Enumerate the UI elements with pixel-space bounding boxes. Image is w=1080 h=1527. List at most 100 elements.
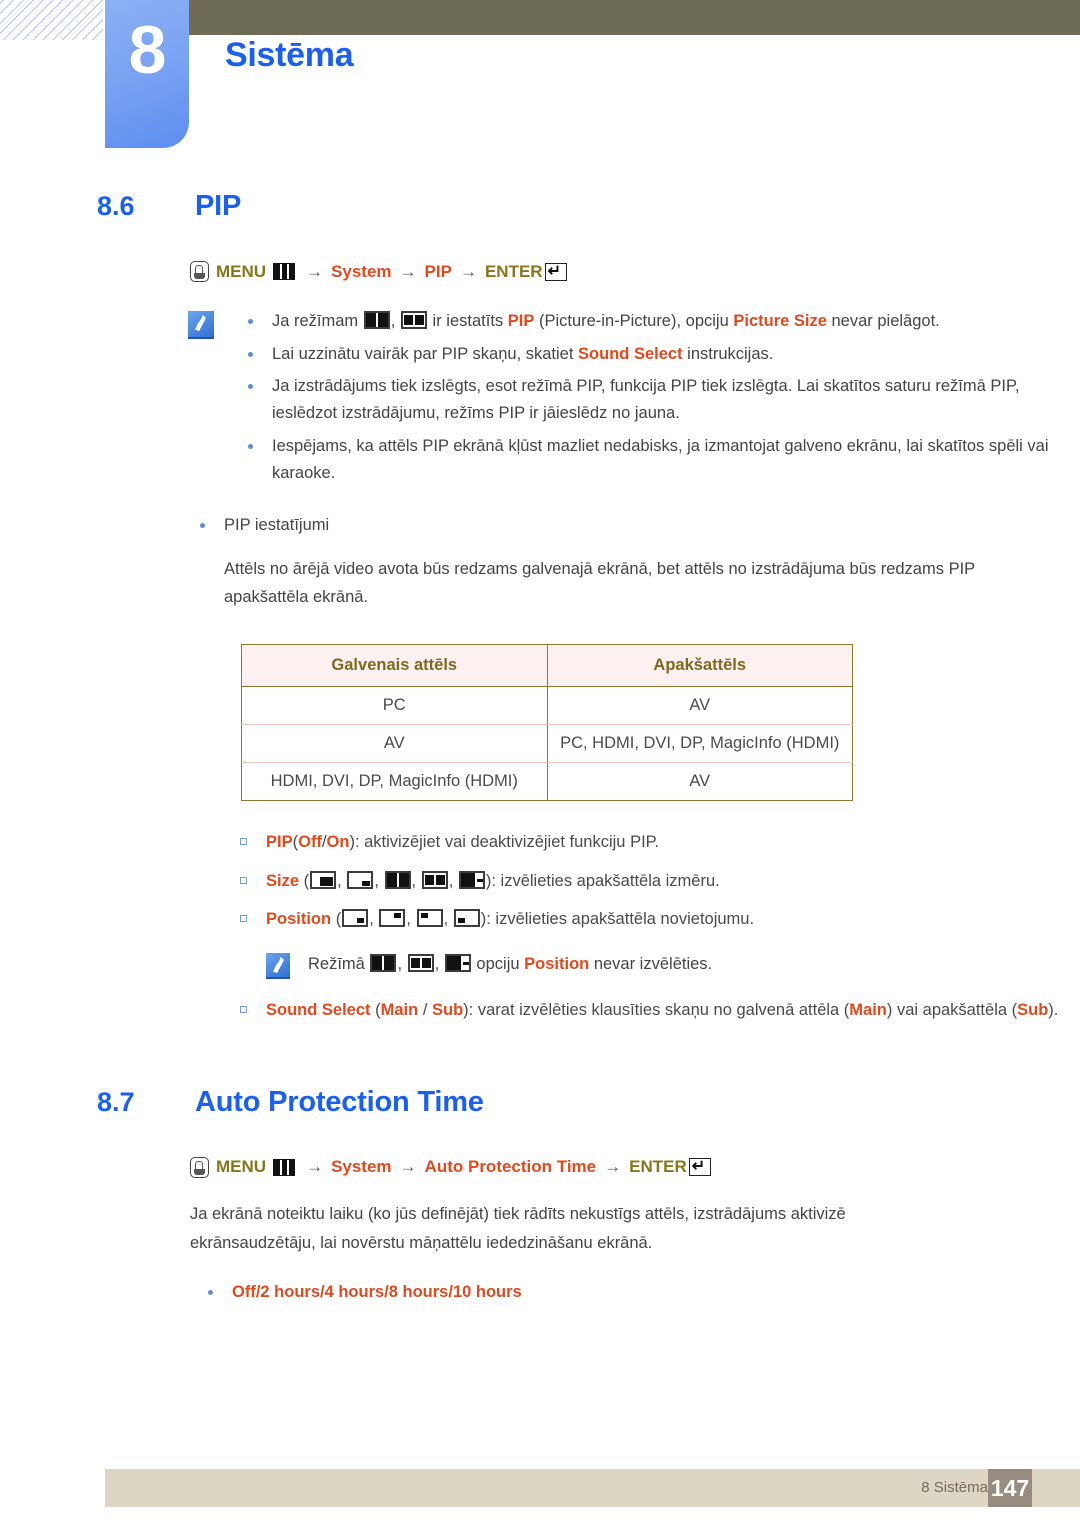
arrow-icon: → [399,1157,417,1177]
menu-step-system: System [331,261,392,281]
table-header-main-image: Galvenais attēls [241,643,548,687]
option-value-main: Main [380,1000,419,1019]
menu-step-system: System [331,1157,392,1177]
menu-bars-icon [273,1158,296,1176]
pip-settings-paragraph: Attēls no ārējā video avota būs redzams … [224,560,975,607]
section-number: 8.7 [97,1086,135,1117]
pip-sound-select-list: Sound Select (Main / Sub): varat izvēlēt… [0,997,1080,1024]
chapter-title: Sistēma [225,36,354,74]
pip-source-table: Galvenais attēls Apakšattēls PC AV AV PC… [241,643,853,801]
pip-layout-double-icon [407,953,434,972]
keyword-sound-select: Sound Select [578,344,683,363]
page-header: 8 Sistēma [0,0,1080,160]
table-cell-main: AV [241,723,548,763]
section-title: Auto Protection Time [195,1085,484,1118]
enter-key-icon [688,1156,711,1177]
hatch-decoration [0,0,103,40]
paren-open: ( [303,871,310,890]
note-text-post: nevar izvēlēties. [593,954,713,973]
size-icon-half-split [384,870,411,889]
option-value-on: On [326,832,350,851]
pip-layout-dash-icon [444,953,471,972]
menu-step-auto-protection-time: Auto Protection Time [424,1157,597,1177]
size-icon-block-dash [458,870,485,889]
table-header-sub-image: Apakšattēls [546,643,853,687]
option-label-size: Size [266,871,300,890]
arrow-icon: → [306,261,324,281]
keyword-sub: Sub [1017,1000,1049,1019]
note-text-post2: (Picture-in-Picture), opciju [538,312,729,330]
menu-label: MENU [216,261,267,281]
table-cell-sub: AV [546,685,853,725]
note-item: Lai uzzinātu vairāk par PIP skaņu, skati… [236,341,1080,368]
section-number: 8.6 [97,191,135,221]
position-note-block: Režīmā , , opciju Position nevar izvēlēt… [266,951,1080,979]
size-icon-double-block [421,870,448,889]
arrow-icon: → [604,1157,622,1177]
table-cell-main: HDMI, DVI, DP, MagicInfo (HDMI) [241,761,548,801]
menu-label: MENU [216,1157,267,1177]
note-item: Ja izstrādājums tiek izslēgts, esot režī… [236,373,1080,426]
option-desc-pip: : aktivizējiet vai deaktivizējiet funkci… [354,832,660,851]
option-position: Position (, , , ): izvēlieties apakšattē… [234,906,1080,933]
comma: , [443,910,449,929]
comma: , [369,910,374,929]
option-desc-2: ) vai apakšattēla ( [886,1000,1018,1019]
auto-protection-option-line: Off/2 hours/4 hours/8 hours/10 hours [190,1279,1080,1306]
pip-layout-double-icon [400,311,427,329]
chapter-number: 8 [128,12,167,88]
comma: , [411,871,417,890]
option-size: Size (, , , , ): izvēlieties apakšattēla… [234,868,1080,895]
menu-bars-icon [273,263,296,280]
comma: , [448,871,454,890]
header-olive-bar [188,0,1080,35]
comma: , [337,871,342,890]
auto-protection-options: Off/2 hours/4 hours/8 hours/10 hours [190,1279,1080,1306]
position-icon-bottom-left [453,909,480,928]
size-icon-small-sub [347,870,374,889]
comma: , [406,910,411,929]
option-desc-position: : izvēlieties apakšattēla novietojumu. [486,910,755,929]
position-icon-top-right [379,909,406,928]
option-desc-3: ). [1048,1000,1059,1019]
option-value-sub: Sub [432,1000,464,1019]
keyword-position: Position [524,954,590,973]
footer-page-number: 147 [988,1469,1032,1507]
section-heading-auto-protection-time: 8.7 Auto Protection Time [97,1086,1080,1119]
note-quill-icon [188,311,214,339]
table-cell-main: PC [241,685,548,725]
pip-option-list: PIP(Off/On): aktivizējiet vai deaktivizē… [0,829,1080,933]
option-sound-select: Sound Select (Main / Sub): varat izvēlēt… [234,997,1080,1024]
pip-layout-half-icon [370,953,397,972]
position-icon-bottom-right [342,909,369,928]
slash: / [422,1000,428,1019]
table-row: PC AV [241,685,853,725]
pip-layout-half-icon [363,311,390,329]
page-content: 8.6 PIP MENU → System → PIP → ENTER Ja r… [0,190,1080,1312]
option-label-sound-select: Sound Select [266,1000,371,1019]
chapter-tab: 8 [105,0,189,148]
page-footer: 8 Sistēma 147 [105,1469,1080,1507]
comma: , [397,954,403,973]
table-cell-sub: PC, HDMI, DVI, DP, MagicInfo (HDMI) [546,723,853,763]
note-item: Iespējams, ka attēls PIP ekrānā kļūst ma… [236,433,1080,486]
enter-key-icon [544,261,567,281]
arrow-icon: → [306,1157,324,1177]
section-title: PIP [195,190,242,222]
pip-settings-bullet: PIP iestatījumi [188,512,1080,539]
menu-path-auto-protection-time: MENU → System → Auto Protection Time → E… [190,1156,1080,1178]
note-text-pre: Režīmā [308,954,365,973]
option-label-pip: PIP [266,832,293,851]
note-quill-icon [266,952,290,979]
keyword-picture-size: Picture Size [733,312,827,330]
comma: , [374,871,379,890]
arrow-icon: → [399,261,417,281]
option-label-position: Position [266,910,332,929]
note-bullet-list: Ja režīmam , ir iestatīts PIP (Picture-i… [236,308,1080,486]
keyword-pip: PIP [507,312,535,330]
arrow-icon: → [459,261,477,281]
comma: , [434,954,440,973]
note-text-post: instrukcijas. [687,344,774,363]
option-desc-1: : varat izvēlēties klausīties skaņu no g… [468,1000,850,1019]
paren-open: ( [335,910,342,929]
